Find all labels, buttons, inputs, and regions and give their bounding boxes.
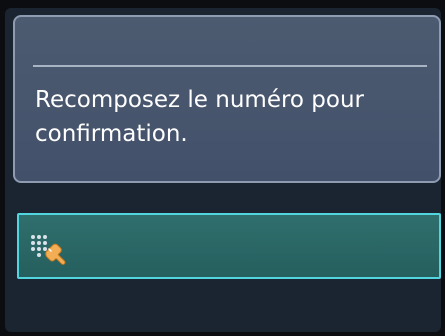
panel-divider <box>33 65 427 67</box>
keypad-touch-icon <box>29 233 71 265</box>
message-panel: Recomposez le numéro pour confirmation. <box>13 15 441 183</box>
confirmation-message: Recomposez le numéro pour confirmation. <box>35 87 365 147</box>
redial-number-input[interactable] <box>17 213 441 279</box>
device-screen: Recomposez le numéro pour confirmation. <box>5 8 441 332</box>
